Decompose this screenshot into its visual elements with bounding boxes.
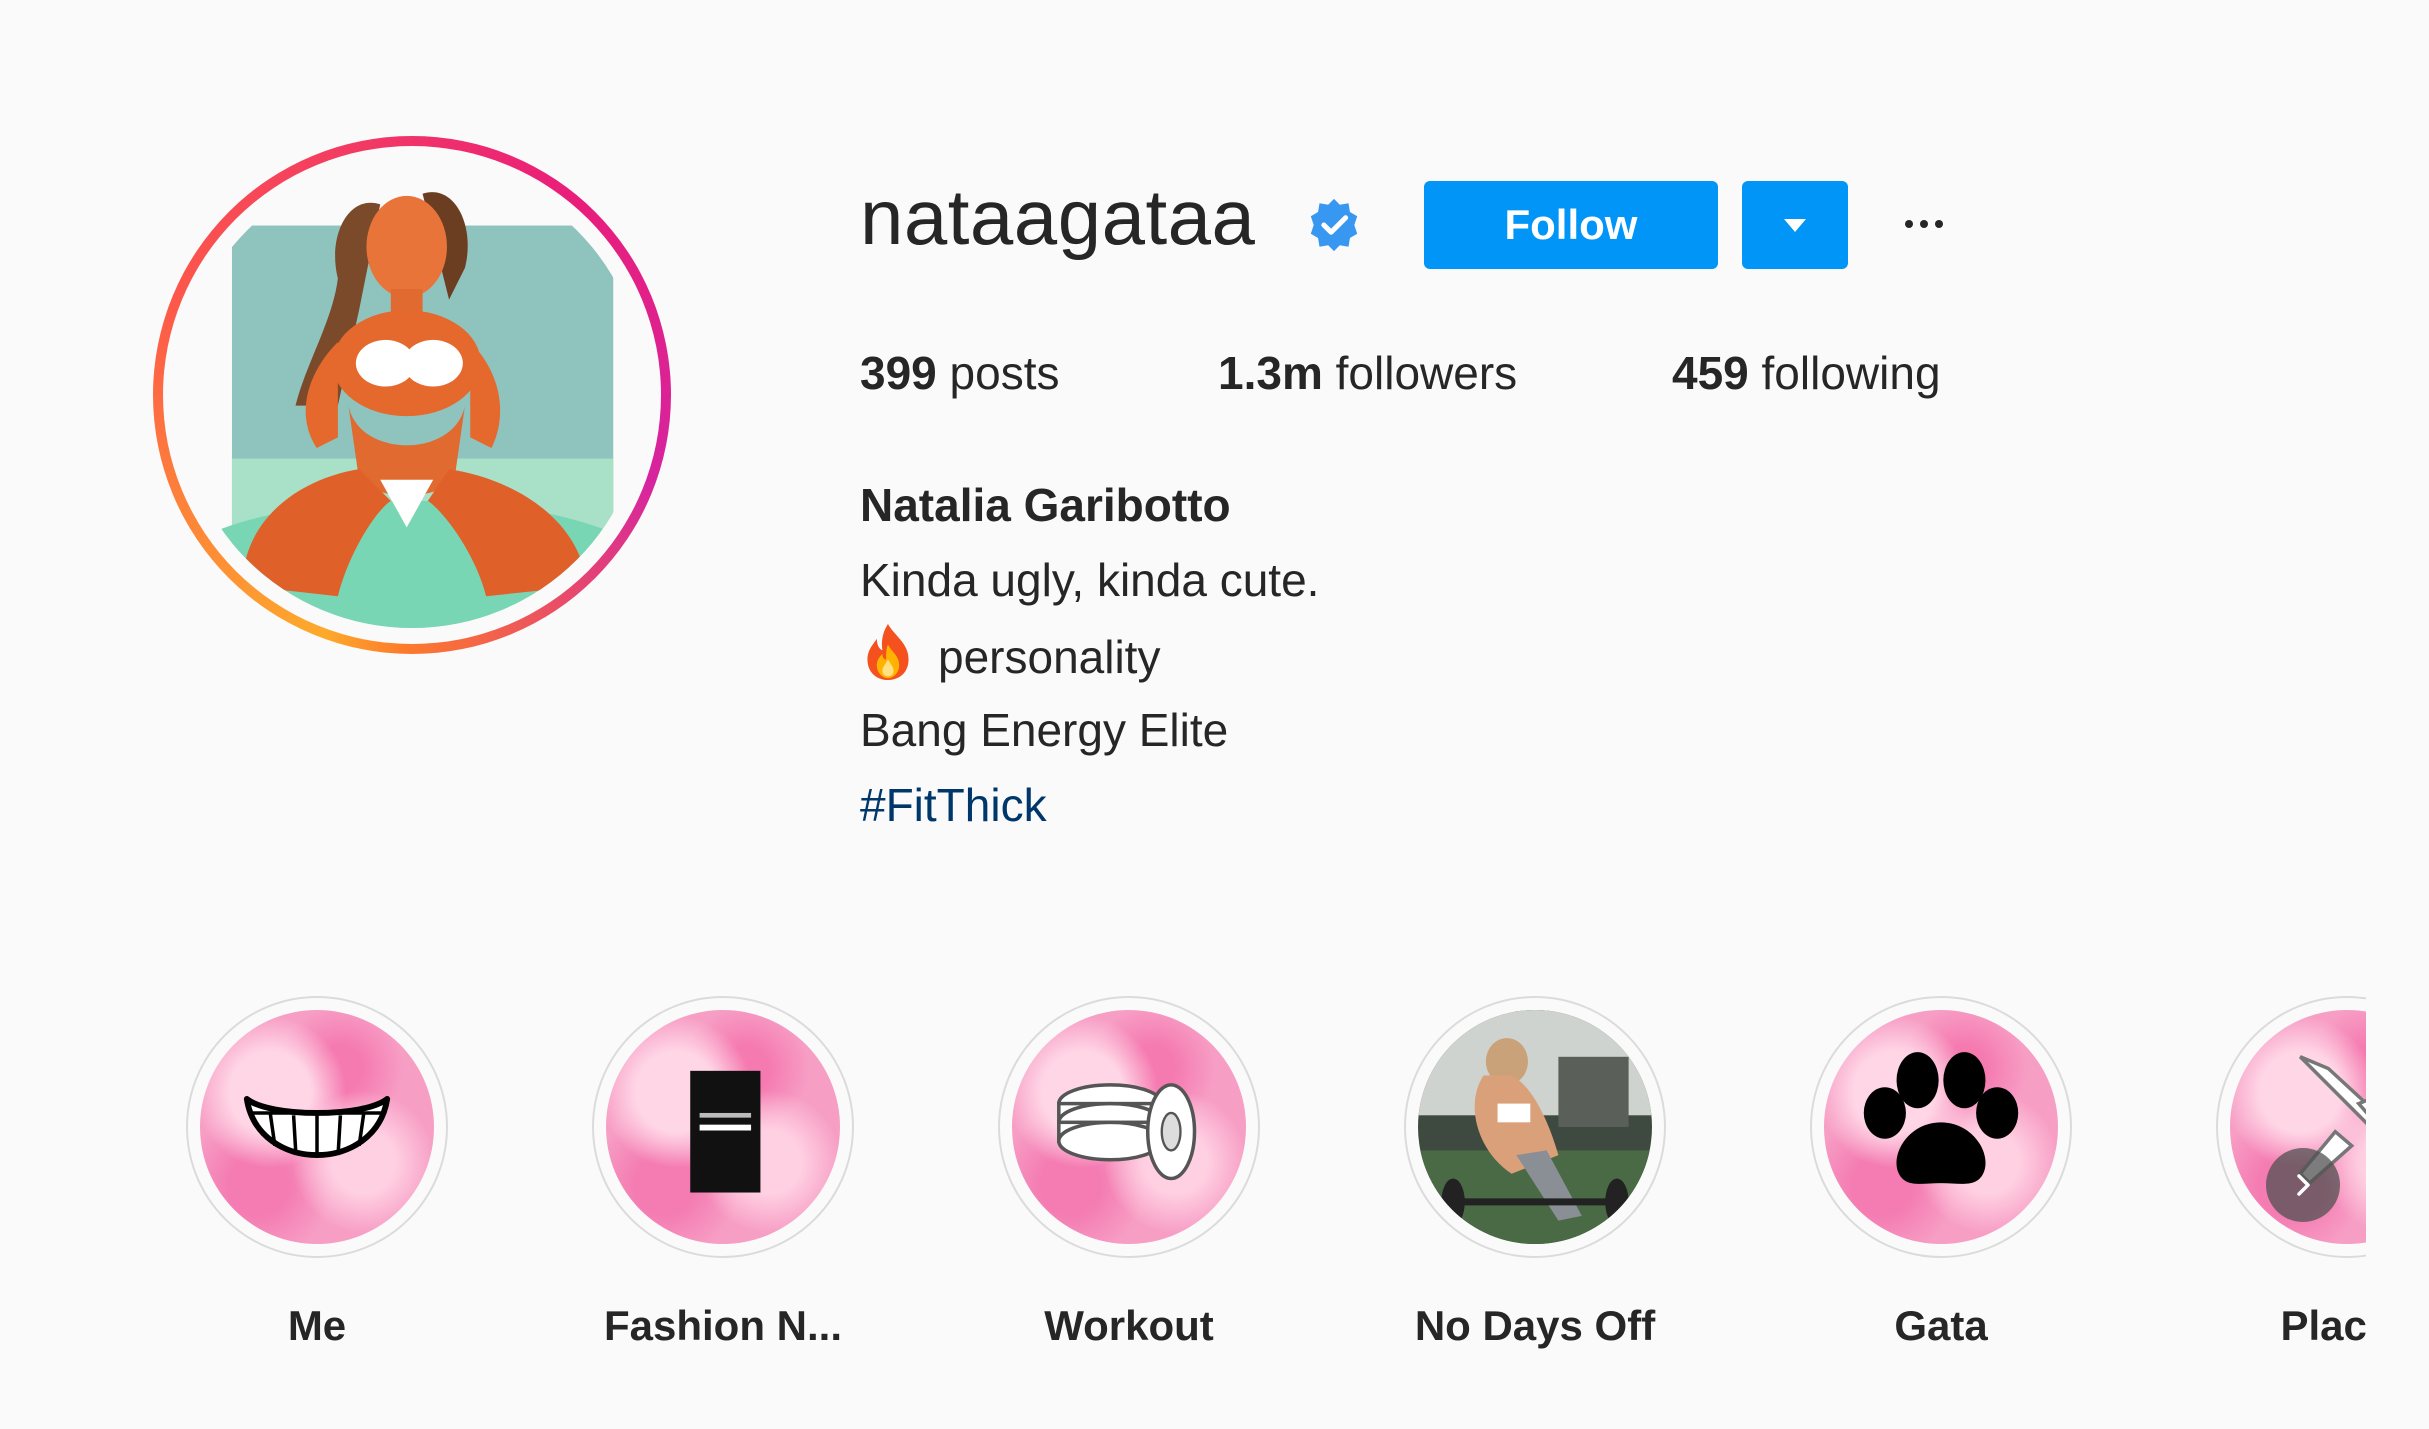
follow-button[interactable]: Follow (1424, 181, 1718, 269)
fire-icon (867, 624, 909, 680)
profile-page: nataagataa Follow 399 posts 1.3m followe… (0, 0, 2429, 1429)
highlight-label: Me (287, 1302, 347, 1349)
chevron-down-icon (1784, 218, 1806, 232)
workout-photo-thumbnail (1418, 1010, 1652, 1244)
bio-hashtag-link[interactable]: #FitThick (860, 782, 1047, 828)
highlight-label: No Days Off (1414, 1302, 1656, 1349)
suggested-accounts-dropdown-button[interactable] (1742, 181, 1848, 269)
smile-icon (243, 1095, 391, 1158)
highlight-item[interactable]: Me (182, 996, 452, 1396)
highlight-label: Workout (1044, 1302, 1214, 1349)
more-options-button[interactable] (1894, 200, 1954, 248)
highlights-next-button[interactable] (2266, 1148, 2340, 1222)
weight-plates-icon (1057, 1083, 1197, 1181)
paw-icon (1863, 1052, 2019, 1184)
profile-username: nataagataa (860, 173, 1256, 261)
fashion-nova-book-icon (690, 1070, 761, 1193)
chevron-right-icon (2297, 1174, 2310, 1196)
highlight-item[interactable]: Fashion N... (588, 996, 858, 1396)
bio-line: Bang Energy Elite (860, 704, 1229, 756)
verified-badge-icon (1310, 198, 1358, 252)
avatar-illustration (179, 162, 645, 628)
profile-avatar[interactable] (179, 162, 645, 628)
profile-avatar-story-ring[interactable] (153, 136, 671, 654)
followers-link[interactable]: 1.3m followers (1218, 350, 1517, 396)
posts-count: 399 posts (860, 347, 1060, 399)
highlight-item[interactable]: No Days Off (1400, 996, 1670, 1396)
highlight-item[interactable]: Workout (994, 996, 1264, 1396)
bio-line: personality (860, 624, 1160, 682)
following-link[interactable]: 459 following (1672, 350, 1941, 396)
highlight-label: Fashion N... (603, 1302, 842, 1349)
profile-full-name: Natalia Garibotto (860, 479, 1231, 531)
highlight-label: Gata (1894, 1302, 1988, 1349)
bio-line: Kinda ugly, kinda cute. (860, 554, 1320, 606)
highlight-item[interactable]: Gata (1806, 996, 2076, 1396)
